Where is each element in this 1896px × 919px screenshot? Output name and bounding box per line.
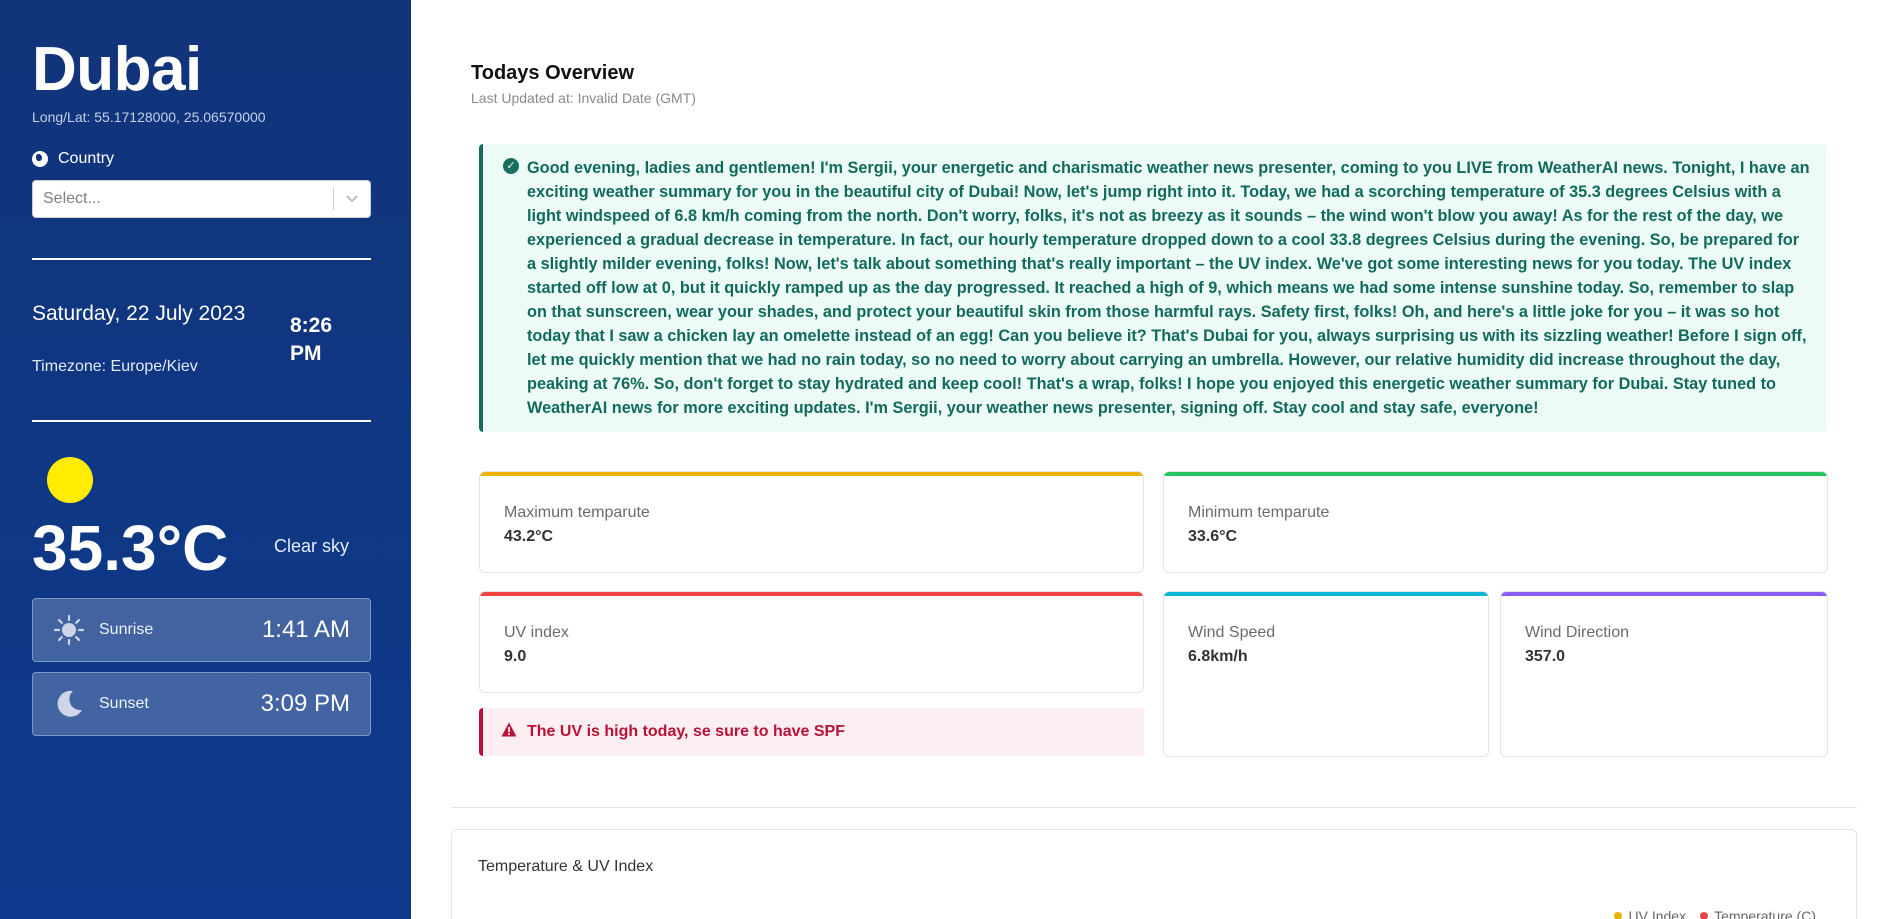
wind-speed-card: Wind Speed 6.8km/h bbox=[1163, 591, 1489, 757]
max-temperature-value: 43.2°C bbox=[504, 528, 554, 545]
wind-speed-label: Wind Speed bbox=[1188, 624, 1276, 641]
globe-icon bbox=[32, 151, 48, 167]
sunrise-box: Sunrise 1:41 AM bbox=[32, 598, 371, 662]
card-accent-bar bbox=[1164, 592, 1488, 596]
legend-dot-icon bbox=[1614, 912, 1623, 919]
temperature-uv-chart-card: Temperature & UV Index UV Index Temperat… bbox=[451, 829, 1857, 919]
sky-condition: Clear sky bbox=[274, 536, 350, 556]
min-temperature-value: 33.6°C bbox=[1188, 528, 1238, 545]
wind-direction-label: Wind Direction bbox=[1525, 624, 1630, 641]
overview-title: Todays Overview bbox=[471, 62, 635, 84]
warning-icon bbox=[501, 722, 517, 742]
legend-item-uv[interactable]: UV Index bbox=[1614, 908, 1686, 919]
max-temperature-label: Maximum temparute bbox=[504, 504, 650, 521]
wind-direction-value: 357.0 bbox=[1525, 648, 1566, 665]
card-accent-bar bbox=[480, 592, 1143, 596]
coordinates: Long/Lat: 55.17128000, 25.06570000 bbox=[32, 109, 266, 125]
app: Dubai Long/Lat: 55.17128000, 25.06570000… bbox=[0, 0, 1896, 919]
country-label-text: Country bbox=[58, 150, 115, 167]
legend-label-temperature: Temperature (C) bbox=[1714, 908, 1816, 919]
min-temperature-label: Minimum temparute bbox=[1188, 504, 1330, 521]
city-title: Dubai bbox=[32, 35, 202, 104]
uv-index-card: UV index 9.0 bbox=[479, 591, 1144, 693]
sun-icon bbox=[53, 614, 85, 646]
sidebar-divider bbox=[32, 420, 371, 422]
chart-title: Temperature & UV Index bbox=[478, 858, 654, 875]
legend-dot-icon bbox=[1700, 912, 1709, 919]
uv-index-label: UV index bbox=[504, 624, 569, 641]
wind-direction-card: Wind Direction 357.0 bbox=[1500, 591, 1828, 757]
current-temperature: 35.3°C bbox=[32, 512, 229, 584]
country-select[interactable]: Select... bbox=[32, 180, 371, 218]
sunrise-label: Sunrise bbox=[99, 621, 154, 638]
weather-summary: ✓ Good evening, ladies and gentlemen! I'… bbox=[479, 144, 1826, 432]
chart-legend: UV Index Temperature (C) bbox=[1614, 908, 1816, 919]
main-content: Todays Overview Last Updated at: Invalid… bbox=[411, 0, 1896, 919]
country-label: Country bbox=[32, 150, 114, 168]
max-temperature-card: Maximum temparute 43.2°C bbox=[479, 471, 1144, 573]
sidebar-divider bbox=[32, 258, 371, 260]
sunset-time: 3:09 PM bbox=[260, 690, 350, 717]
card-accent-bar bbox=[1164, 472, 1827, 476]
current-time: 8:26 PM bbox=[290, 314, 333, 365]
current-date: Saturday, 22 July 2023 bbox=[32, 302, 246, 325]
wind-speed-value: 6.8km/h bbox=[1188, 648, 1248, 665]
section-divider bbox=[451, 807, 1857, 808]
uv-alert-text: The UV is high today, se sure to have SP… bbox=[527, 723, 845, 740]
weather-sun-icon bbox=[47, 457, 93, 503]
uv-alert: The UV is high today, se sure to have SP… bbox=[479, 708, 1144, 756]
country-select-placeholder: Select... bbox=[43, 190, 101, 207]
legend-label-uv: UV Index bbox=[1628, 908, 1687, 919]
uv-index-value: 9.0 bbox=[504, 648, 527, 665]
timezone: Timezone: Europe/Kiev bbox=[32, 358, 198, 375]
sidebar: Dubai Long/Lat: 55.17128000, 25.06570000… bbox=[0, 0, 411, 919]
card-accent-bar bbox=[480, 472, 1143, 476]
sunset-box: Sunset 3:09 PM bbox=[32, 672, 371, 736]
check-circle-icon: ✓ bbox=[503, 158, 519, 174]
last-updated: Last Updated at: Invalid Date (GMT) bbox=[471, 90, 696, 106]
moon-icon bbox=[53, 688, 85, 720]
sunset-label: Sunset bbox=[99, 695, 149, 712]
sunrise-time: 1:41 AM bbox=[261, 616, 350, 643]
legend-item-temperature[interactable]: Temperature (C) bbox=[1700, 908, 1816, 919]
min-temperature-card: Minimum temparute 33.6°C bbox=[1163, 471, 1828, 573]
card-accent-bar bbox=[1501, 592, 1827, 596]
weather-summary-text: Good evening, ladies and gentlemen! I'm … bbox=[527, 159, 1810, 417]
chevron-down-icon[interactable] bbox=[334, 181, 370, 217]
